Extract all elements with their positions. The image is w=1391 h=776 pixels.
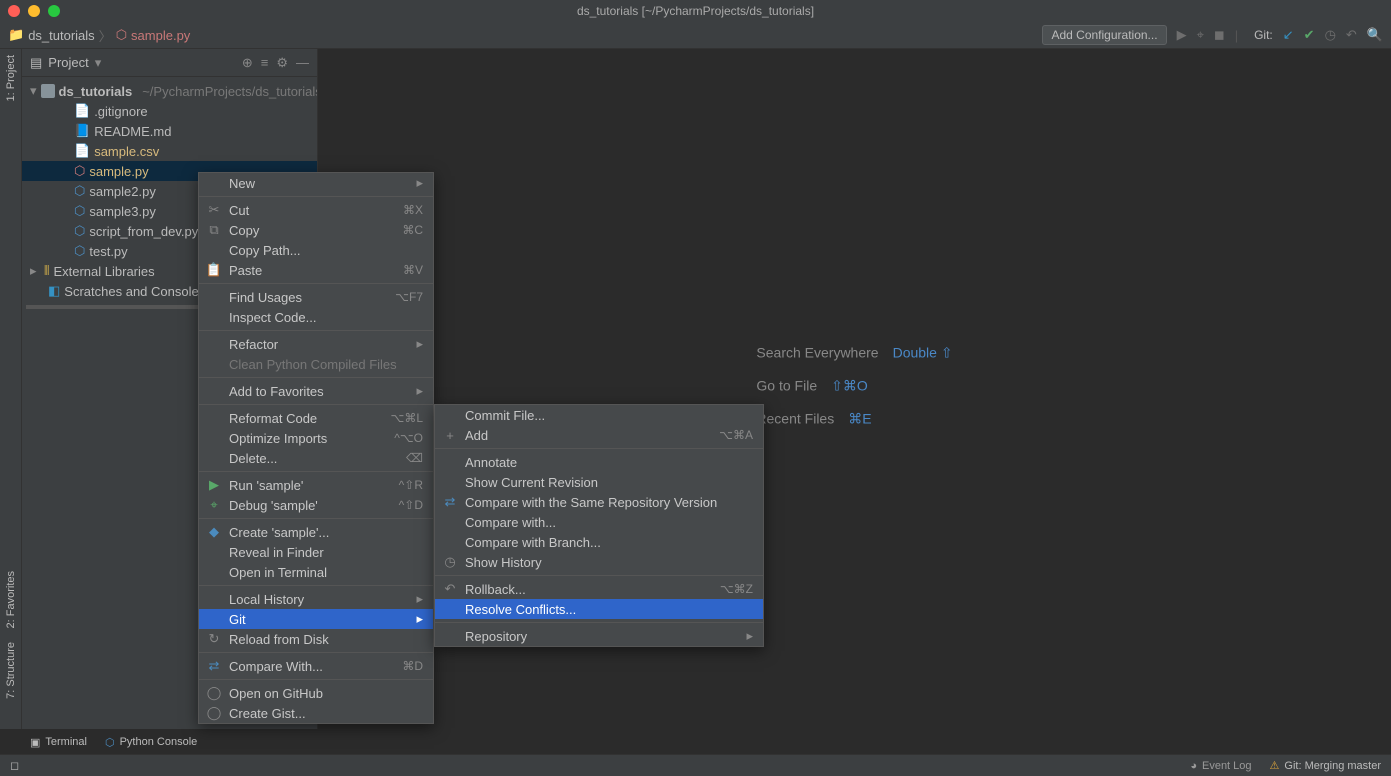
locate-icon[interactable]: ⊕ xyxy=(242,55,253,71)
menu-item[interactable]: ⧉Copy⌘C xyxy=(199,220,433,240)
window-title: ds_tutorials [~/PycharmProjects/ds_tutor… xyxy=(577,4,814,18)
menu-item[interactable]: Reformat Code⌥⌘L xyxy=(199,408,433,428)
breadcrumb-file[interactable]: sample.py xyxy=(131,28,190,43)
git-submenu[interactable]: Commit File...+Add⌥⌘A AnnotateShow Curren… xyxy=(434,404,764,647)
search-icon[interactable]: 🔍 xyxy=(1367,27,1383,43)
menu-item[interactable]: Refactor▸ xyxy=(199,334,433,354)
navigation-bar: 📁 ds_tutorials 〉 ⬡ sample.py Add Configu… xyxy=(0,22,1391,49)
tree-file[interactable]: 📄.gitignore xyxy=(22,101,317,121)
menu-item[interactable]: Local History▸ xyxy=(199,589,433,609)
menu-item[interactable]: ⌖Debug 'sample'^⇧D xyxy=(199,495,433,515)
left-tool-gutter: 1: Project 2: Favorites 7: Structure xyxy=(0,49,22,729)
structure-tab[interactable]: 7: Structure xyxy=(5,642,17,699)
hint-label: Go to File xyxy=(756,377,817,394)
menu-item[interactable]: Add to Favorites▸ xyxy=(199,381,433,401)
menu-item[interactable]: Optimize Imports^⌥O xyxy=(199,428,433,448)
menu-item[interactable]: ↶Rollback...⌥⌘Z xyxy=(435,579,763,599)
menu-item[interactable]: ◯Open on GitHub xyxy=(199,683,433,703)
git-update-icon[interactable]: ↙ xyxy=(1283,27,1294,43)
menu-item[interactable]: ◆Create 'sample'... xyxy=(199,522,433,542)
menu-item[interactable]: 📋Paste⌘V xyxy=(199,260,433,280)
menu-item[interactable]: Commit File... xyxy=(435,405,763,425)
minimize-window-button[interactable] xyxy=(28,5,40,17)
project-title[interactable]: Project xyxy=(48,55,88,70)
menu-item[interactable]: Git▸ xyxy=(199,609,433,629)
menu-item[interactable]: ⇄Compare with the Same Repository Versio… xyxy=(435,492,763,512)
expand-icon[interactable]: ≡ xyxy=(261,55,269,70)
debug-icon[interactable]: ⌖ xyxy=(1197,27,1204,43)
favorites-tab[interactable]: 2: Favorites xyxy=(5,571,17,628)
toolbar-icons: ▶ ⌖ ◼ | Git: ↙ ✔ ◷ ↶ 🔍 xyxy=(1177,27,1383,43)
menu-item[interactable]: Inspect Code... xyxy=(199,307,433,327)
run-icon[interactable]: ▶ xyxy=(1177,27,1187,43)
stop-icon[interactable]: ◼ xyxy=(1214,27,1225,43)
status-frame-icon[interactable]: ◻ xyxy=(10,759,19,772)
menu-item[interactable]: New▸ xyxy=(199,173,433,193)
menu-item[interactable]: Repository▸ xyxy=(435,626,763,646)
hint-shortcut: ⇧⌘O xyxy=(831,377,868,394)
add-configuration-button[interactable]: Add Configuration... xyxy=(1042,25,1166,45)
menu-item[interactable]: Resolve Conflicts... xyxy=(435,599,763,619)
title-bar: ds_tutorials [~/PycharmProjects/ds_tutor… xyxy=(0,0,1391,22)
project-tab[interactable]: 1: Project xyxy=(5,55,17,101)
menu-item[interactable]: Show Current Revision xyxy=(435,472,763,492)
git-status[interactable]: Git: Merging master xyxy=(1270,759,1381,772)
menu-item[interactable]: Open in Terminal xyxy=(199,562,433,582)
git-commit-icon[interactable]: ✔ xyxy=(1304,27,1315,43)
tree-file[interactable]: 📘README.md xyxy=(22,121,317,141)
menu-item[interactable]: Find Usages⌥F7 xyxy=(199,287,433,307)
menu-item[interactable]: +Add⌥⌘A xyxy=(435,425,763,445)
menu-item[interactable]: ✂Cut⌘X xyxy=(199,200,433,220)
status-bar: ◻ ◕Event Log Git: Merging master xyxy=(0,754,1391,776)
menu-item[interactable]: ⇄Compare With...⌘D xyxy=(199,656,433,676)
menu-item[interactable]: ▶Run 'sample'^⇧R xyxy=(199,475,433,495)
bottom-tool-tabs: ▣Terminal ⬡Python Console xyxy=(22,730,197,754)
menu-item[interactable]: Compare with... xyxy=(435,512,763,532)
menu-item[interactable]: ◷Show History xyxy=(435,552,763,572)
menu-item[interactable]: Reveal in Finder xyxy=(199,542,433,562)
python-console-tab[interactable]: ⬡Python Console xyxy=(105,736,197,749)
tree-root[interactable]: ▾ds_tutorials~/PycharmProjects/ds_tutori… xyxy=(22,81,317,101)
menu-item[interactable]: Annotate xyxy=(435,452,763,472)
menu-item[interactable]: Copy Path... xyxy=(199,240,433,260)
hint-label: Search Everywhere xyxy=(756,344,878,361)
menu-item[interactable]: Delete...⌫ xyxy=(199,448,433,468)
window-buttons xyxy=(8,5,60,17)
git-history-icon[interactable]: ◷ xyxy=(1325,27,1336,43)
close-window-button[interactable] xyxy=(8,5,20,17)
hide-icon[interactable]: — xyxy=(296,55,309,70)
maximize-window-button[interactable] xyxy=(48,5,60,17)
event-log-button[interactable]: ◕Event Log xyxy=(1190,760,1251,772)
hint-label: Recent Files xyxy=(756,410,834,427)
menu-item[interactable]: ◯Create Gist... xyxy=(199,703,433,723)
terminal-tab[interactable]: ▣Terminal xyxy=(30,736,87,749)
menu-item[interactable]: Compare with Branch... xyxy=(435,532,763,552)
breadcrumb-project[interactable]: ds_tutorials xyxy=(28,28,94,43)
menu-item: Clean Python Compiled Files xyxy=(199,354,433,374)
undo-icon[interactable]: ↶ xyxy=(1346,27,1357,43)
settings-icon[interactable]: ⚙ xyxy=(276,55,288,71)
menu-item[interactable]: ↻Reload from Disk xyxy=(199,629,433,649)
context-menu[interactable]: New▸ ✂Cut⌘X⧉Copy⌘CCopy Path...📋Paste⌘V Fin… xyxy=(198,172,434,724)
project-header: ▤Project▾ ⊕ ≡ ⚙ — xyxy=(22,49,317,77)
breadcrumb[interactable]: 📁 ds_tutorials 〉 ⬡ sample.py xyxy=(8,26,190,45)
welcome-hints: Search EverywhereDouble ⇧ Go to File⇧⌘O … xyxy=(756,344,952,443)
git-label: Git: xyxy=(1254,28,1273,42)
tree-file[interactable]: 📄sample.csv xyxy=(22,141,317,161)
hint-shortcut: ⌘E xyxy=(848,410,871,427)
hint-shortcut: Double ⇧ xyxy=(893,344,953,361)
